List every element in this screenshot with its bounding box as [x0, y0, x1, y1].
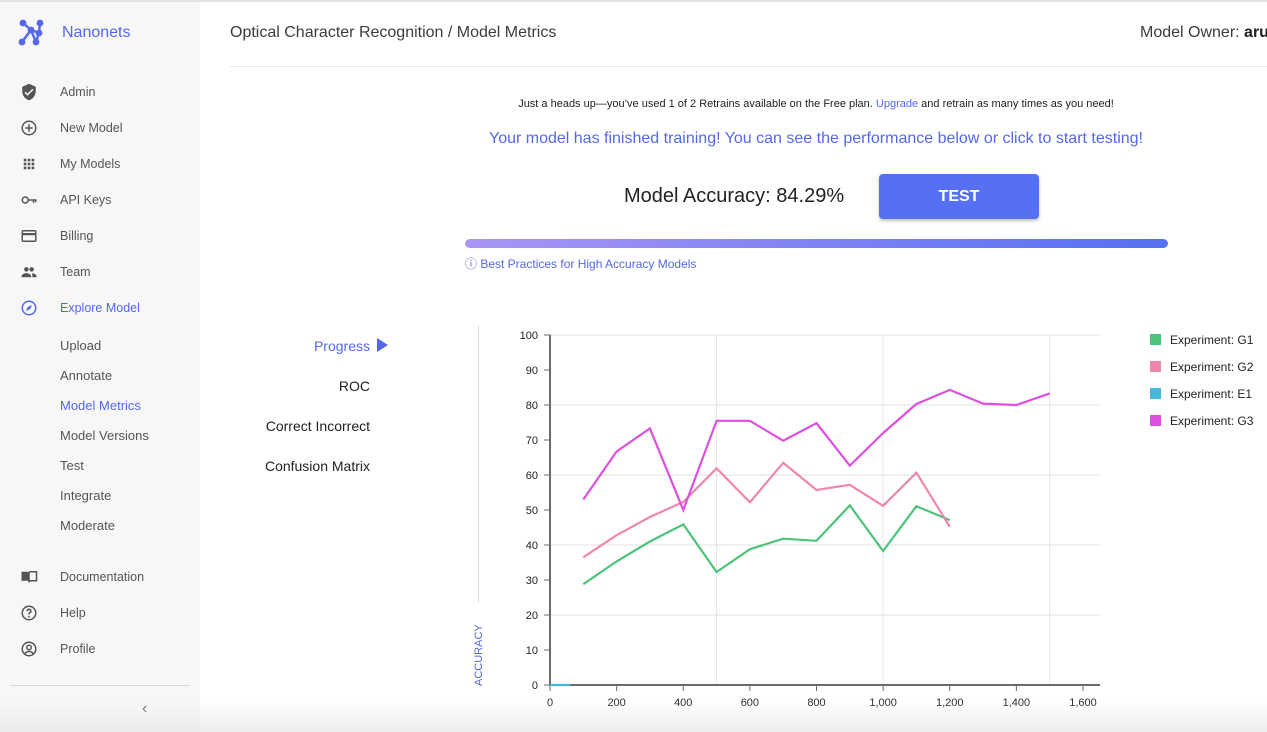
x-tick-label: 1,400	[1003, 697, 1031, 709]
model-owner-label: Model Owner:	[1140, 24, 1245, 41]
legend-label: Experiment: E1	[1170, 386, 1253, 401]
series-line-experiment-g3	[582, 388, 1051, 514]
tab-roc[interactable]: ROC	[339, 378, 370, 394]
sidebar-subitem-upload[interactable]: Upload	[60, 338, 101, 353]
sidebar-item-profile[interactable]: Profile	[0, 637, 200, 661]
retrain-notice: Just a heads up—you’ve used 1 of 2 Retra…	[466, 98, 1166, 110]
y-tick-label: 40	[526, 540, 538, 552]
sidebar-item-label: Team	[60, 265, 91, 279]
header-divider	[230, 66, 1267, 67]
x-tick-label: 1,000	[869, 697, 897, 709]
sidebar-item-help[interactable]: Help	[0, 601, 200, 625]
y-tick-label: 30	[526, 575, 538, 587]
training-progress-fill	[465, 239, 1168, 248]
legend-item-experiment-g1[interactable]: Experiment: G1	[1150, 326, 1253, 353]
tab-confusion-matrix[interactable]: Confusion Matrix	[265, 458, 370, 474]
sidebar-subitem-integrate[interactable]: Integrate	[60, 488, 111, 503]
sidebar-item-explore-model[interactable]: Explore Model	[0, 296, 200, 320]
sidebar-item-label: Admin	[60, 85, 96, 99]
book-icon	[20, 568, 38, 586]
model-owner: Model Owner: aru	[1140, 24, 1267, 42]
x-tick-label: 1,200	[936, 697, 964, 709]
grid-icon	[20, 155, 38, 173]
x-tick-label: 800	[807, 697, 825, 709]
x-tick-label: 1,600	[1069, 697, 1097, 709]
x-tick-label: 400	[674, 697, 692, 709]
legend-swatch	[1150, 388, 1161, 399]
upgrade-link[interactable]: Upgrade	[876, 98, 918, 110]
legend-item-experiment-g3[interactable]: Experiment: G3	[1150, 407, 1253, 434]
sidebar-subitem-moderate[interactable]: Moderate	[60, 518, 115, 533]
sidebar-item-label: API Keys	[60, 193, 112, 207]
legend-swatch	[1150, 361, 1161, 372]
sidebar-item-label: Explore Model	[60, 301, 140, 315]
test-button[interactable]: TEST	[879, 174, 1039, 219]
x-tick-label: 600	[741, 697, 759, 709]
tab-correct-incorrect[interactable]: Correct Incorrect	[266, 418, 370, 434]
sidebar-item-label: New Model	[60, 121, 123, 135]
model-owner-value: aru	[1244, 24, 1267, 41]
y-tick-label: 60	[526, 470, 538, 482]
y-tick-label: 100	[520, 330, 538, 342]
legend-item-experiment-e1[interactable]: Experiment: E1	[1150, 380, 1253, 407]
model-accuracy: Model Accuracy: 84.29%	[624, 185, 845, 207]
legend-swatch	[1150, 415, 1161, 426]
sidebar: Nanonets Admin New Model My Models API K…	[0, 2, 200, 732]
sidebar-subitem-model-metrics[interactable]: Model Metrics	[60, 398, 141, 413]
credit-card-icon	[20, 227, 38, 245]
x-tick-label: 0	[547, 697, 553, 709]
account-circle-icon	[20, 640, 38, 658]
breadcrumb: Optical Character Recognition / Model Me…	[230, 24, 557, 41]
legend-swatch	[1150, 334, 1161, 345]
y-tick-label: 90	[526, 365, 538, 377]
y-tick-label: 80	[526, 400, 538, 412]
best-practices-link[interactable]: ⓘ Best Practices for High Accuracy Model…	[465, 255, 696, 272]
collapse-sidebar-button[interactable]: ‹	[142, 700, 147, 718]
training-progress-bar	[465, 239, 1168, 248]
sidebar-item-label: Documentation	[60, 570, 145, 584]
sidebar-item-label: Billing	[60, 229, 94, 243]
plus-circle-icon	[20, 119, 38, 137]
nanonets-logo-icon	[18, 19, 44, 46]
sidebar-subitem-annotate[interactable]: Annotate	[60, 368, 112, 383]
legend-item-experiment-g2[interactable]: Experiment: G2	[1150, 353, 1253, 380]
sidebar-item-documentation[interactable]: Documentation	[0, 565, 200, 589]
sidebar-subitem-test[interactable]: Test	[60, 458, 84, 473]
legend-label: Experiment: G1	[1170, 332, 1254, 347]
sidebar-subitem-model-versions[interactable]: Model Versions	[60, 428, 149, 443]
sidebar-item-label: Help	[60, 606, 86, 620]
legend-label: Experiment: G3	[1170, 413, 1254, 428]
y-tick-label: 10	[526, 645, 538, 657]
sidebar-item-my-models[interactable]: My Models	[0, 152, 200, 176]
sidebar-item-new-model[interactable]: New Model	[0, 116, 200, 140]
training-finished-message: Your model has finished training! You ca…	[488, 130, 1143, 147]
brand[interactable]: Nanonets	[14, 16, 131, 50]
legend-label: Experiment: G2	[1170, 359, 1254, 374]
y-tick-label: 0	[532, 680, 538, 692]
retrain-notice-prefix: Just a heads up—you’ve used 1 of 2 Retra…	[518, 98, 876, 110]
sidebar-item-label: Profile	[60, 642, 96, 656]
compass-icon	[20, 299, 38, 317]
sidebar-item-api-keys[interactable]: API Keys	[0, 188, 200, 212]
y-tick-label: 70	[526, 435, 538, 447]
brand-name: Nanonets	[62, 24, 131, 41]
active-tab-arrow-icon	[377, 338, 388, 352]
sidebar-item-team[interactable]: Team	[0, 260, 200, 284]
key-icon	[20, 191, 38, 209]
chart-legend: Experiment: G1 Experiment: G2 Experiment: …	[1150, 326, 1253, 434]
retrain-notice-suffix: and retrain as many times as you need!	[918, 98, 1114, 110]
y-tick-label: 20	[526, 610, 538, 622]
help-circle-icon	[20, 604, 38, 622]
sidebar-divider	[10, 685, 190, 686]
sidebar-item-admin[interactable]: Admin	[0, 80, 200, 104]
y-tick-label: 50	[526, 505, 538, 517]
tab-progress[interactable]: Progress	[314, 338, 370, 354]
people-icon	[20, 263, 38, 281]
x-tick-label: 200	[607, 697, 625, 709]
progress-chart: 0 10 20 30 40 50 60 70 80 90 100 0 200 400 600 800 1,000…	[520, 330, 1100, 709]
shield-check-icon	[20, 83, 38, 101]
sidebar-item-billing[interactable]: Billing	[0, 224, 200, 248]
sidebar-item-label: My Models	[60, 157, 121, 171]
